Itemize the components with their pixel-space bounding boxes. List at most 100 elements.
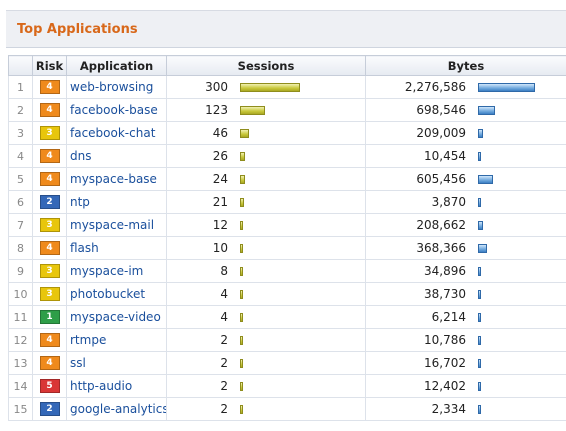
risk-cell: 4 (32, 236, 67, 260)
row-index: 8 (8, 236, 33, 260)
bytes-cell: 208,662 (365, 213, 566, 237)
risk-cell: 4 (32, 75, 67, 99)
row-index: 10 (8, 282, 33, 306)
risk-badge: 4 (39, 149, 60, 164)
sessions-value: 4 (220, 287, 228, 301)
risk-badge: 4 (39, 103, 60, 118)
row-index: 11 (8, 305, 33, 329)
bytes-value: 2,334 (431, 402, 466, 416)
application-link[interactable]: myspace-base (66, 167, 167, 191)
panel-header: Top Applications (6, 10, 566, 48)
application-link[interactable]: photobucket (66, 282, 167, 306)
bytes-bar (478, 220, 483, 230)
risk-cell: 4 (32, 167, 67, 191)
application-link[interactable]: facebook-base (66, 98, 167, 122)
application-link[interactable]: dns (66, 144, 167, 168)
table-row: 13 4 ssl 2 16,702 (8, 351, 566, 375)
sessions-cell: 21 (166, 190, 366, 214)
sessions-value: 46 (212, 126, 228, 140)
risk-badge: 4 (39, 241, 60, 256)
bytes-bar (478, 404, 481, 414)
sessions-value: 4 (220, 310, 228, 324)
bytes-value: 10,786 (424, 333, 466, 347)
application-link[interactable]: google-analytics (66, 397, 167, 421)
sessions-bar (240, 404, 243, 414)
risk-badge: 4 (39, 80, 60, 95)
application-link[interactable]: web-browsing (66, 75, 167, 99)
application-link[interactable]: facebook-chat (66, 121, 167, 145)
table-row: 8 4 flash 10 368,366 (8, 236, 566, 260)
bytes-bar (478, 197, 481, 207)
application-link[interactable]: flash (66, 236, 167, 260)
application-link[interactable]: myspace-video (66, 305, 167, 329)
risk-cell: 4 (32, 351, 67, 375)
bytes-bar (478, 381, 481, 391)
bytes-value: 6,214 (431, 310, 466, 324)
bytes-value: 34,896 (424, 264, 466, 278)
sessions-bar (240, 174, 245, 184)
table-row: 9 3 myspace-im 8 34,896 (8, 259, 566, 283)
bytes-bar (478, 266, 481, 276)
bytes-cell: 34,896 (365, 259, 566, 283)
bytes-cell: 10,786 (365, 328, 566, 352)
risk-badge: 2 (39, 402, 60, 417)
sessions-cell: 123 (166, 98, 366, 122)
table-row: 6 2 ntp 21 3,870 (8, 190, 566, 214)
sessions-value: 300 (205, 80, 228, 94)
bytes-cell: 3,870 (365, 190, 566, 214)
sessions-cell: 24 (166, 167, 366, 191)
bytes-value: 10,454 (424, 149, 466, 163)
application-link[interactable]: myspace-mail (66, 213, 167, 237)
risk-cell: 4 (32, 98, 67, 122)
risk-cell: 2 (32, 397, 67, 421)
bytes-value: 2,276,586 (404, 80, 466, 94)
risk-badge: 1 (39, 310, 60, 325)
sessions-value: 2 (220, 333, 228, 347)
sessions-bar (240, 335, 243, 345)
bytes-bar (478, 151, 481, 161)
bytes-cell: 698,546 (365, 98, 566, 122)
risk-column-header[interactable]: Risk (32, 55, 67, 76)
application-link[interactable]: rtmpe (66, 328, 167, 352)
risk-badge: 3 (39, 264, 60, 279)
bytes-bar (478, 174, 493, 184)
bytes-bar (478, 128, 483, 138)
table-row: 2 4 facebook-base 123 698,546 (8, 98, 566, 122)
application-link[interactable]: ssl (66, 351, 167, 375)
table-header-row: Risk Application Sessions Bytes (8, 55, 566, 76)
risk-cell: 2 (32, 190, 67, 214)
application-link[interactable]: ntp (66, 190, 167, 214)
risk-badge: 2 (39, 195, 60, 210)
sessions-cell: 10 (166, 236, 366, 260)
application-link[interactable]: myspace-im (66, 259, 167, 283)
risk-cell: 3 (32, 121, 67, 145)
sessions-value: 24 (212, 172, 228, 186)
row-index: 6 (8, 190, 33, 214)
sessions-column-header[interactable]: Sessions (166, 55, 366, 76)
sessions-cell: 2 (166, 328, 366, 352)
sessions-value: 2 (220, 379, 228, 393)
bytes-value: 12,402 (424, 379, 466, 393)
bytes-value: 38,730 (424, 287, 466, 301)
bytes-cell: 12,402 (365, 374, 566, 398)
risk-badge: 4 (39, 356, 60, 371)
index-column-header (8, 55, 33, 76)
table-row: 4 4 dns 26 10,454 (8, 144, 566, 168)
sessions-value: 123 (205, 103, 228, 117)
table-row: 7 3 myspace-mail 12 208,662 (8, 213, 566, 237)
sessions-value: 26 (212, 149, 228, 163)
table-row: 5 4 myspace-base 24 605,456 (8, 167, 566, 191)
risk-badge: 4 (39, 333, 60, 348)
bytes-bar (478, 82, 535, 92)
application-link[interactable]: http-audio (66, 374, 167, 398)
bytes-cell: 368,366 (365, 236, 566, 260)
bytes-cell: 2,334 (365, 397, 566, 421)
application-column-header[interactable]: Application (66, 55, 167, 76)
risk-cell: 3 (32, 282, 67, 306)
sessions-value: 2 (220, 402, 228, 416)
bytes-value: 209,009 (416, 126, 466, 140)
table-row: 10 3 photobucket 4 38,730 (8, 282, 566, 306)
bytes-value: 3,870 (431, 195, 466, 209)
bytes-column-header[interactable]: Bytes (365, 55, 566, 76)
risk-cell: 1 (32, 305, 67, 329)
